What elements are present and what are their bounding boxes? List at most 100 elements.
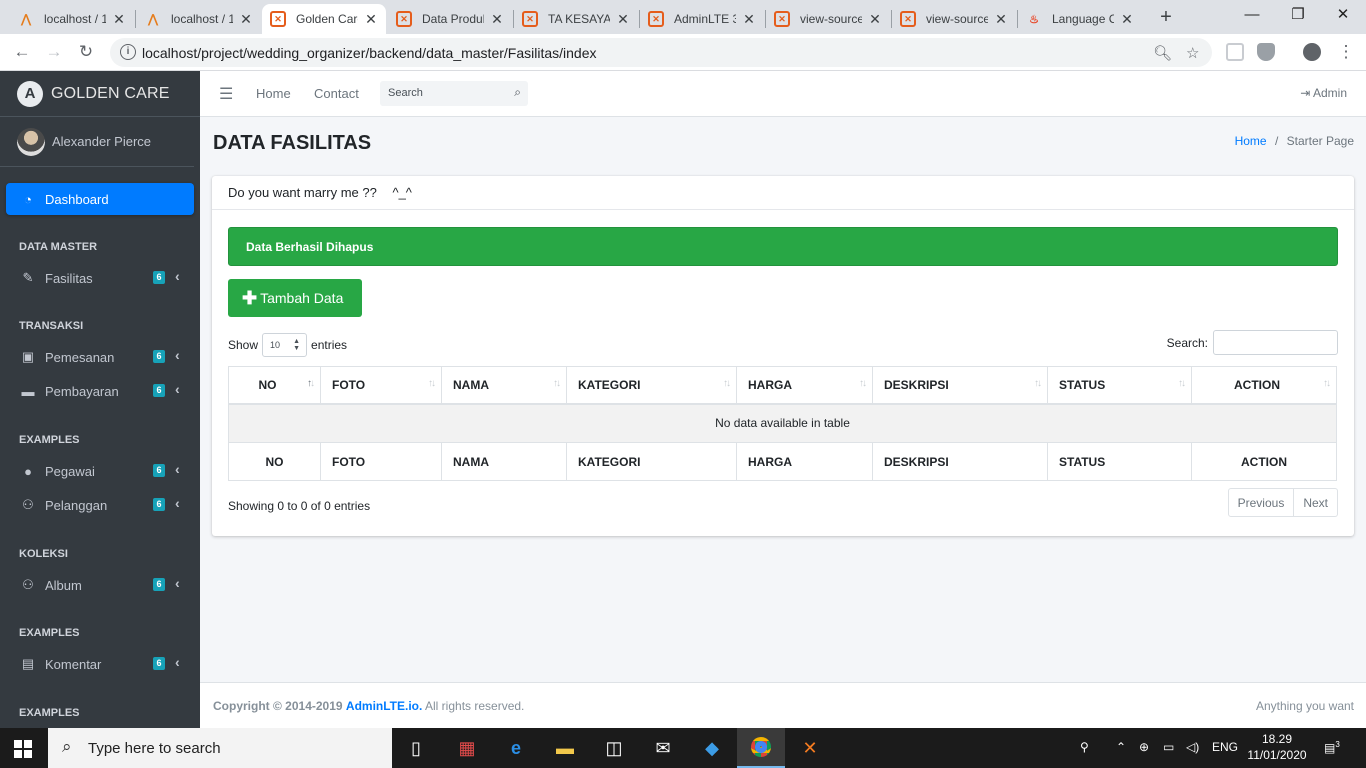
back-icon[interactable]: ← bbox=[10, 40, 34, 64]
address-bar[interactable]: i localhost/project/wedding_organizer/ba… bbox=[110, 38, 1212, 67]
new-tab-icon[interactable]: + bbox=[1155, 6, 1177, 28]
taskbar-search[interactable]: ⌕ Type here to search bbox=[48, 728, 392, 768]
column-header-harga[interactable]: HARGA ↑↓ bbox=[736, 366, 873, 405]
vscode-icon[interactable]: ◆ bbox=[688, 728, 736, 768]
close-icon[interactable]: ✕ bbox=[868, 11, 882, 28]
mail-icon[interactable]: ✉ bbox=[639, 728, 687, 768]
language-indicator[interactable]: ENG bbox=[1212, 740, 1238, 754]
browser-toolbar: ← → ↻ i localhost/project/wedding_organi… bbox=[0, 34, 1366, 71]
sidebar-item-dashboard[interactable]: ◔ Dashboard bbox=[6, 183, 194, 215]
close-icon[interactable]: ✕ bbox=[112, 11, 126, 28]
search-icon[interactable]: ⌕ bbox=[514, 85, 521, 100]
browser-tab[interactable]: ✕ view-source ✕ bbox=[766, 4, 890, 34]
browser-tab[interactable]: ⋀ localhost / 1 ✕ bbox=[137, 4, 261, 34]
column-header-foto[interactable]: FOTO ↑↓ bbox=[320, 366, 442, 405]
sidebar-item-komentar[interactable]: ▤ Komentar 6 ‹ bbox=[6, 648, 194, 680]
browser-tab[interactable]: ✕ TA KESAYAN ✕ bbox=[514, 4, 638, 34]
task-view-icon[interactable]: ▯ bbox=[392, 728, 440, 768]
menu-dots-icon[interactable]: ⋮ bbox=[1334, 40, 1358, 64]
close-icon[interactable]: ✕ bbox=[490, 11, 504, 28]
user-panel[interactable]: Alexander Pierce bbox=[0, 117, 194, 167]
add-data-button[interactable]: ✚ Tambah Data bbox=[228, 279, 362, 317]
phpmyadmin-icon: ⋀ bbox=[21, 12, 31, 26]
column-footer-kategori: KATEGORI bbox=[566, 442, 737, 481]
gift-app-icon[interactable]: ▦ bbox=[443, 728, 491, 768]
zoom-icon[interactable]: 🔍︎ bbox=[1153, 44, 1172, 62]
browser-tab[interactable]: ♨ Language C ✕ bbox=[1018, 4, 1142, 34]
sidebar-item-pegawai[interactable]: ● Pegawai 6 ‹ bbox=[6, 455, 194, 487]
table-row: No data available in table bbox=[228, 403, 1337, 443]
sidebar-item-pelanggan[interactable]: ⚇ Pelanggan 6 ‹ bbox=[6, 489, 194, 521]
entries-select[interactable]: 10 ▲ ▼ bbox=[262, 333, 308, 357]
close-icon[interactable]: ✕ bbox=[616, 11, 630, 28]
nav-link-contact[interactable]: Contact bbox=[314, 86, 359, 101]
network-icon[interactable]: ⊕ bbox=[1139, 740, 1149, 754]
browser-tab[interactable]: ✕ view-source ✕ bbox=[892, 4, 1016, 34]
extension-icon[interactable] bbox=[1226, 43, 1244, 61]
shield-icon[interactable] bbox=[1257, 43, 1275, 61]
sort-icon: ↑↓ bbox=[1323, 378, 1331, 389]
sidebar-item-pemesanan[interactable]: ▣ Pemesanan 6 ‹ bbox=[6, 341, 194, 373]
adminlte-link[interactable]: AdminLTE.io. bbox=[346, 699, 422, 713]
xampp-icon[interactable]: ✕ bbox=[786, 728, 834, 768]
forward-icon[interactable]: → bbox=[42, 40, 66, 64]
sidebar-item-album[interactable]: ⚇ Album 6 ‹ bbox=[6, 569, 194, 601]
windows-start-icon[interactable] bbox=[14, 740, 32, 758]
column-header-kategori[interactable]: KATEGORI ↑↓ bbox=[566, 366, 737, 405]
battery-icon[interactable]: ▭ bbox=[1163, 740, 1174, 754]
bookmark-star-icon[interactable]: ☆ bbox=[1186, 44, 1199, 62]
xampp-icon: ✕ bbox=[396, 11, 412, 27]
restore-icon[interactable]: ❐ bbox=[1275, 0, 1321, 34]
edge-icon[interactable]: e bbox=[492, 728, 540, 768]
people-icon[interactable]: ⚲ bbox=[1080, 740, 1089, 754]
browser-tab[interactable]: ⋀ localhost / 1 ✕ bbox=[10, 4, 134, 34]
brand[interactable]: A GOLDEN CARE bbox=[0, 71, 200, 117]
breadcrumb-home[interactable]: Home bbox=[1235, 134, 1267, 148]
breadcrumb: Home / Starter Page bbox=[1235, 134, 1354, 148]
admin-link[interactable]: ⇥ Admin bbox=[1300, 86, 1347, 100]
browser-tab[interactable]: ✕ Data Produk ✕ bbox=[388, 4, 512, 34]
column-header-action[interactable]: ACTION ↑↓ bbox=[1191, 366, 1337, 405]
close-icon[interactable]: ✕ bbox=[364, 11, 378, 28]
column-header-nama[interactable]: NAMA ↑↓ bbox=[441, 366, 567, 405]
navbar-search[interactable]: Search ⌕ bbox=[380, 81, 528, 106]
info-icon[interactable]: i bbox=[120, 44, 136, 60]
close-icon[interactable]: ✕ bbox=[742, 11, 756, 28]
nav-header: DATA MASTER bbox=[19, 241, 98, 253]
clock[interactable]: 18.29 11/01/2020 bbox=[1246, 731, 1308, 763]
sidebar-item-pembayaran[interactable]: ▬ Pembayaran 6 ‹ bbox=[6, 375, 194, 407]
sidebar-item-fasilitas[interactable]: ✎ Fasilitas 6 ‹ bbox=[6, 262, 194, 294]
close-icon[interactable]: ✕ bbox=[1120, 11, 1134, 28]
reload-icon[interactable]: ↻ bbox=[74, 40, 98, 64]
minimize-icon[interactable]: — bbox=[1229, 0, 1275, 34]
notification-icon[interactable]: ▤3 bbox=[1324, 740, 1340, 755]
taskbar-search-input[interactable]: Type here to search bbox=[88, 740, 221, 757]
nav-link-home[interactable]: Home bbox=[256, 86, 291, 101]
window-close-icon[interactable]: ✕ bbox=[1320, 0, 1366, 34]
main-header: ☰ Home Contact Search ⌕ ⇥ Admin bbox=[200, 71, 1366, 117]
chevron-up-icon[interactable]: ⌃ bbox=[1116, 740, 1126, 754]
file-explorer-icon[interactable]: ▬ bbox=[541, 728, 589, 768]
column-header-deskripsi[interactable]: DESKRIPSI ↑↓ bbox=[872, 366, 1048, 405]
chrome-icon[interactable] bbox=[737, 728, 785, 768]
profile-icon[interactable] bbox=[1303, 43, 1321, 61]
next-button[interactable]: Next bbox=[1294, 488, 1338, 517]
column-header-status[interactable]: STATUS ↑↓ bbox=[1047, 366, 1192, 405]
previous-button[interactable]: Previous bbox=[1227, 488, 1295, 517]
count-badge: 6 bbox=[153, 271, 165, 284]
browser-tab[interactable]: ✕ AdminLTE 3 ✕ bbox=[640, 4, 764, 34]
tab-separator bbox=[135, 10, 136, 28]
volume-icon[interactable]: ◁) bbox=[1186, 740, 1199, 754]
copyright-text: Copyright © 2014-2019 bbox=[213, 699, 343, 713]
store-icon[interactable]: ◫ bbox=[590, 728, 638, 768]
sidebar-item-label: Pelanggan bbox=[45, 497, 108, 513]
xampp-icon: ✕ bbox=[648, 11, 664, 27]
close-icon[interactable]: ✕ bbox=[239, 11, 253, 28]
browser-tab-active[interactable]: ✕ Golden Care ✕ bbox=[262, 4, 386, 34]
hamburger-icon[interactable]: ☰ bbox=[219, 84, 233, 104]
wallet-icon: ▬ bbox=[21, 383, 35, 399]
search-input[interactable]: Search bbox=[388, 87, 423, 99]
column-header-no[interactable]: NO ↑↓ bbox=[228, 366, 321, 405]
close-icon[interactable]: ✕ bbox=[994, 11, 1008, 28]
table-search-input[interactable] bbox=[1213, 330, 1338, 355]
